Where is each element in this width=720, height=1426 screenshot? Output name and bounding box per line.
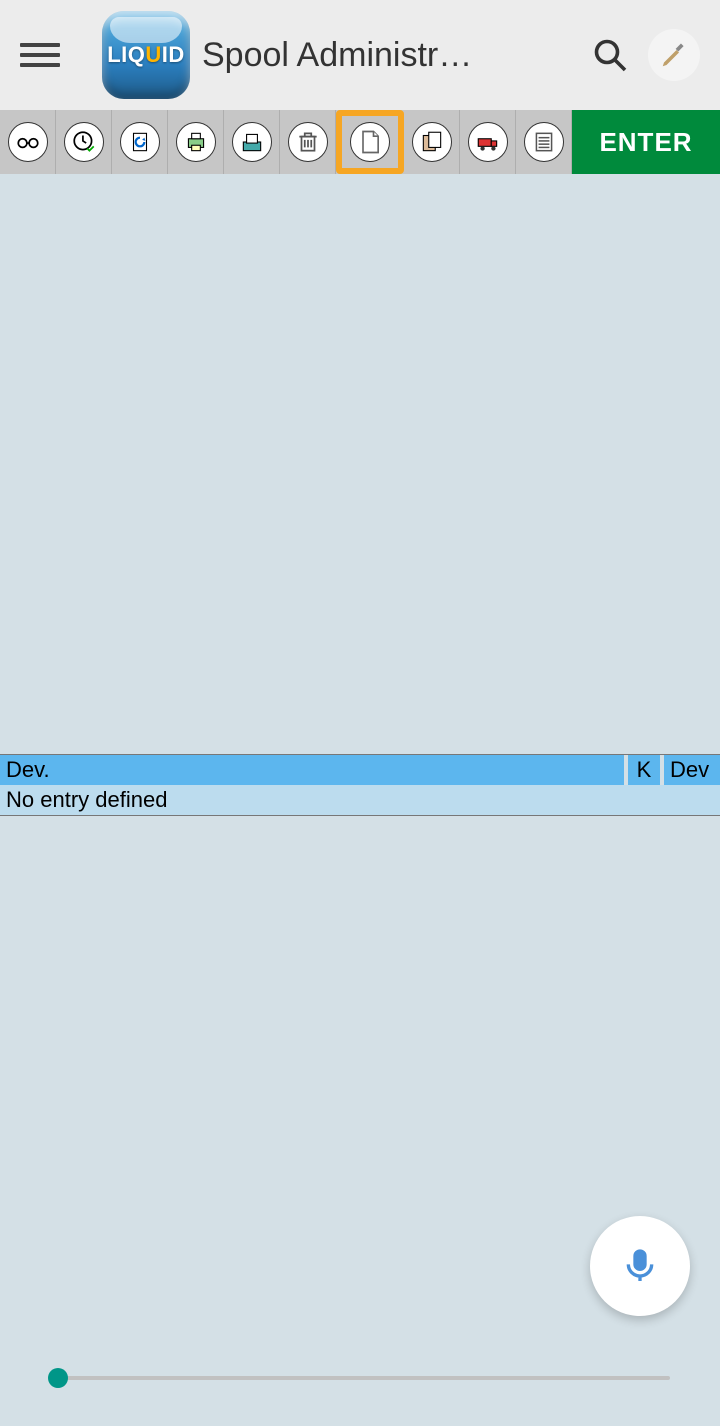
toolbar-create-button[interactable] <box>336 110 404 174</box>
bottom-slider-thumb[interactable] <box>48 1368 68 1388</box>
search-button[interactable] <box>584 29 636 81</box>
table-header-row: Dev. K Dev <box>0 755 720 785</box>
toolbar-transport-button[interactable] <box>460 110 516 174</box>
device-table: Dev. K Dev No entry defined <box>0 754 720 816</box>
trash-icon <box>295 129 321 155</box>
toolbar-display-button[interactable] <box>0 110 56 174</box>
table-header-dev2[interactable]: Dev <box>664 755 720 785</box>
screwdriver-icon <box>659 40 689 70</box>
toolbar-delete-button[interactable] <box>280 110 336 174</box>
app-bar: LIQUID Spool Administr… <box>0 0 720 110</box>
toolbar-refresh-button[interactable] <box>112 110 168 174</box>
menu-button[interactable] <box>20 35 60 75</box>
table-empty-row: No entry defined <box>0 785 720 815</box>
list-icon <box>531 129 557 155</box>
logo-text: LIQUID <box>107 42 185 68</box>
page-icon <box>356 128 384 156</box>
glasses-icon <box>15 129 41 155</box>
toolbar: ENTER <box>0 110 720 174</box>
toolbar-print-button[interactable] <box>168 110 224 174</box>
customize-button[interactable] <box>648 29 700 81</box>
table-header-dev[interactable]: Dev. <box>0 755 628 785</box>
time-check-icon <box>71 129 97 155</box>
app-logo: LIQUID <box>102 11 190 99</box>
toolbar-copy-button[interactable] <box>404 110 460 174</box>
page-title: Spool Administr… <box>202 36 572 75</box>
printer-icon <box>183 129 209 155</box>
microphone-icon <box>620 1246 660 1286</box>
search-icon <box>592 37 628 73</box>
enter-button[interactable]: ENTER <box>572 110 720 174</box>
transport-icon <box>475 129 501 155</box>
voice-input-button[interactable] <box>590 1216 690 1316</box>
table-header-k[interactable]: K <box>628 755 664 785</box>
refresh-doc-icon <box>127 129 153 155</box>
bottom-slider[interactable] <box>50 1376 670 1380</box>
toolbar-time-button[interactable] <box>56 110 112 174</box>
toolbar-list-button[interactable] <box>516 110 572 174</box>
copy-page-icon <box>419 129 445 155</box>
toolbar-output-button[interactable] <box>224 110 280 174</box>
output-tray-icon <box>239 129 265 155</box>
